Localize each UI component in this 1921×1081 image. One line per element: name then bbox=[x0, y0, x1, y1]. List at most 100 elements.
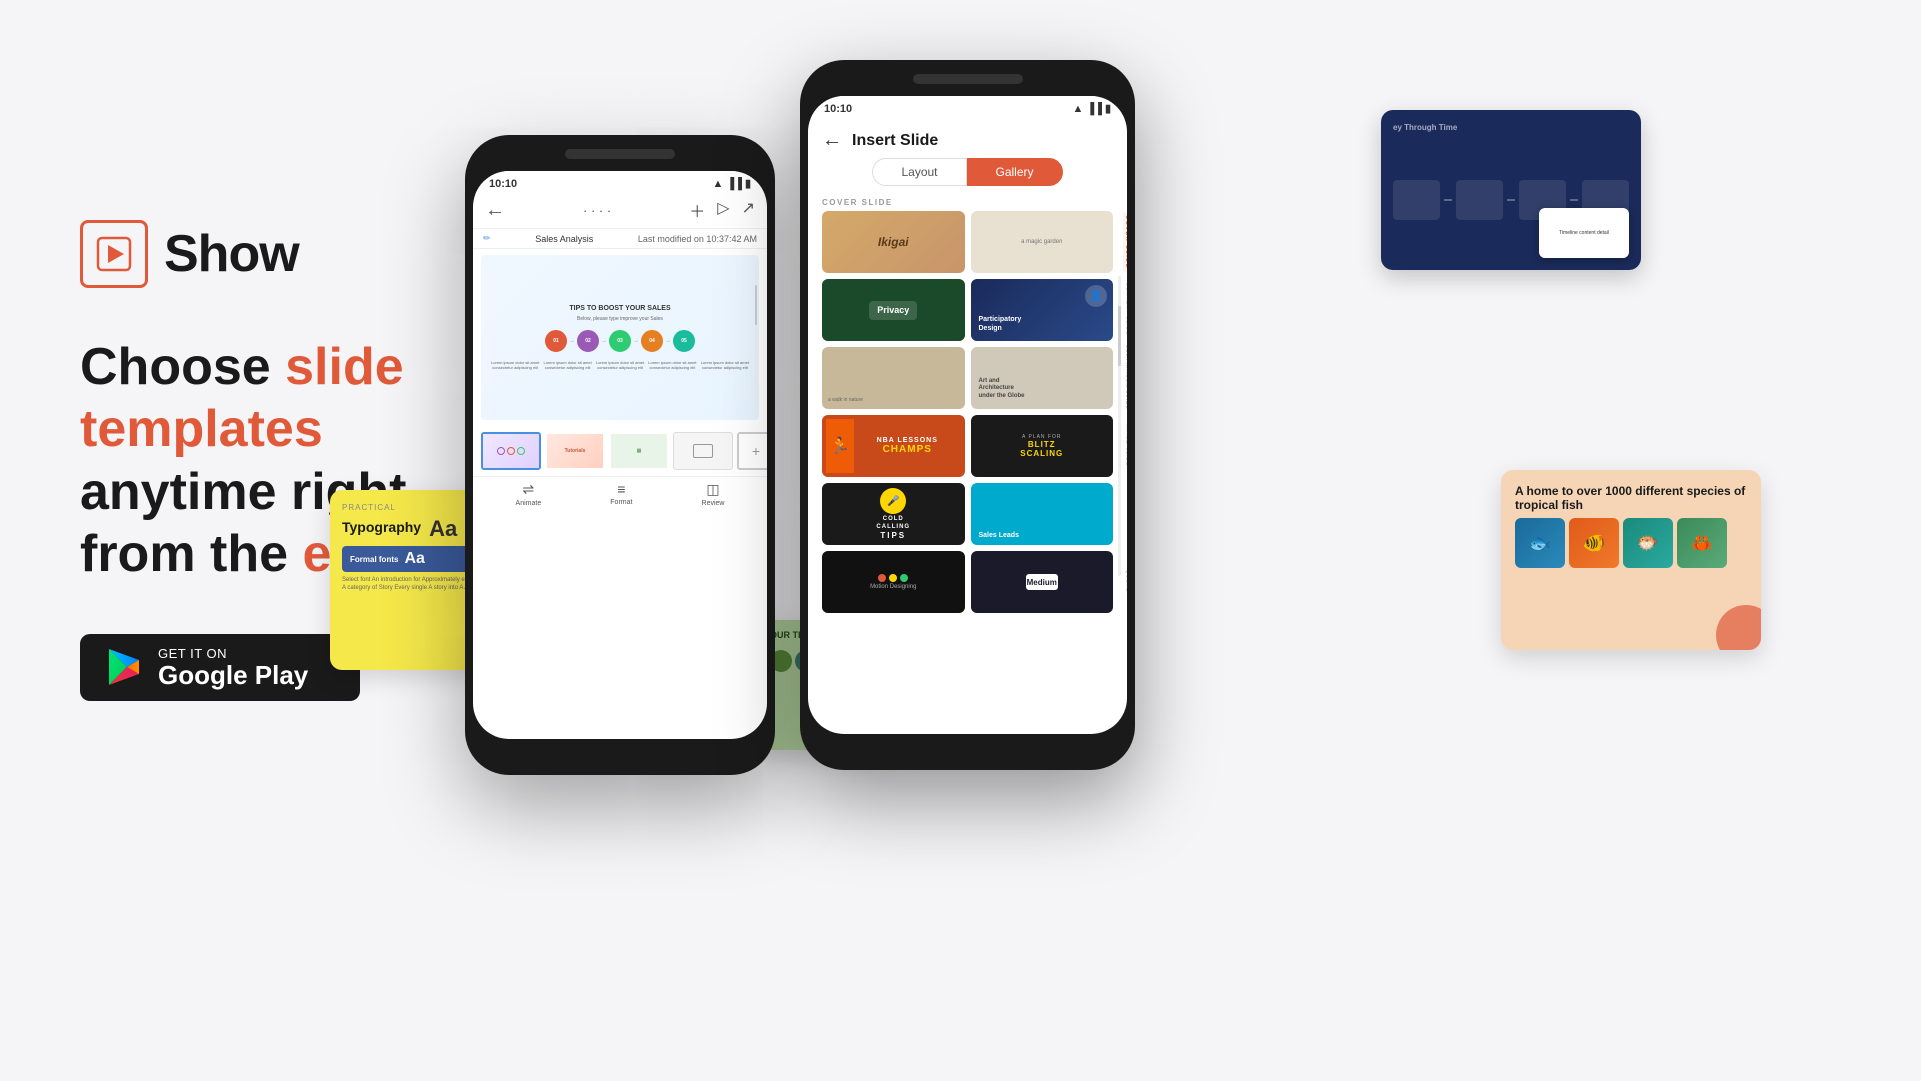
insert-slide-title: Insert Slide bbox=[852, 132, 938, 150]
cold-calling-text: COLDCALLING bbox=[876, 516, 910, 530]
phone-2-notch bbox=[913, 74, 1023, 84]
share-icon[interactable]: ↗ bbox=[742, 198, 755, 222]
fish-4-img: 🦀 bbox=[1677, 518, 1727, 568]
journey-label: ey Through Time bbox=[1393, 123, 1457, 132]
thumb-1-content bbox=[494, 444, 528, 458]
phone-1-thumbnail-strip: Tutorials ▦ + bbox=[473, 426, 767, 476]
th-circle-3 bbox=[517, 447, 525, 455]
flow-node-3: 03 bbox=[609, 330, 631, 352]
gallery-item-medium[interactable]: Medium bbox=[971, 551, 1114, 613]
image-slide-section-2: 🎤 COLDCALLING TIPS Sales Leads bbox=[808, 481, 1127, 545]
nav-animate[interactable]: ⇌ Animate bbox=[516, 481, 542, 507]
comparison-slide-grid: a walk in nature Art andArchitectureunde… bbox=[808, 345, 1127, 409]
privacy-text: Privacy bbox=[877, 305, 909, 315]
play-store-logo-svg bbox=[104, 647, 144, 687]
gallery-item-ikigai[interactable]: Ikigai bbox=[822, 211, 965, 273]
thumb-1[interactable] bbox=[481, 432, 541, 470]
gallery-item-arch-1[interactable]: a walk in nature bbox=[822, 347, 965, 409]
thumb-1-inner bbox=[483, 434, 539, 468]
play-icon[interactable]: ▷ bbox=[717, 198, 729, 222]
insert-slide-header: ← Insert Slide bbox=[808, 119, 1127, 158]
flow-node-4: 04 bbox=[641, 330, 663, 352]
edit-pencil-icon: ✏ bbox=[483, 233, 491, 244]
nba-champs-text: CHAMPS bbox=[877, 444, 938, 455]
slide-main-title: TIPS TO BOOST YOUR SALES bbox=[569, 305, 670, 312]
fish-orange-img: 🐠 bbox=[1569, 518, 1619, 568]
insert-back-button[interactable]: ← bbox=[822, 129, 842, 152]
gallery-item-privacy[interactable]: Privacy bbox=[822, 279, 965, 341]
badge-get-it-on: GET IT ON bbox=[158, 646, 308, 661]
phone-1-last-modified: Last modified on 10:37:42 AM bbox=[638, 234, 757, 244]
participatory-text: ParticipatoryDesign bbox=[979, 315, 1022, 333]
timeline-line-1 bbox=[1444, 199, 1452, 201]
thumb-3[interactable]: ▦ bbox=[609, 432, 669, 470]
google-play-badge[interactable]: GET IT ON Google Play bbox=[80, 634, 360, 702]
typo-aa-blue: Aa bbox=[404, 550, 424, 568]
typo-aa-display: Aa bbox=[429, 516, 457, 542]
flow-desc-2: Lorem ipsum dolor sit amet consectetur a… bbox=[543, 360, 591, 370]
thumb-blank[interactable] bbox=[673, 432, 733, 470]
gallery-item-magic-garden[interactable]: a magic garden bbox=[971, 211, 1114, 273]
ikigai-text: Ikigai bbox=[878, 235, 909, 249]
nba-inner: 🏃 NBA LESSONS CHAMPS bbox=[822, 415, 965, 477]
typo-title: Typography bbox=[342, 519, 421, 535]
flow-arrow-2: → bbox=[601, 338, 607, 344]
timeline-line-2 bbox=[1507, 199, 1515, 201]
formal-fonts-label: Formal fonts bbox=[350, 555, 398, 564]
insert-tab-bar: Layout Gallery bbox=[808, 158, 1127, 194]
flow-desc-1: Lorem ipsum dolor sit amet consectetur a… bbox=[491, 360, 539, 370]
gallery-scroll-track bbox=[1118, 276, 1121, 576]
wifi-icon: ▲ bbox=[712, 178, 723, 190]
nav-format[interactable]: ≡ Format bbox=[610, 481, 632, 507]
journey-float-card: ey Through Time Timeline content detail bbox=[1381, 110, 1641, 270]
nav-animate-label: Animate bbox=[516, 500, 542, 507]
fish-teal-img: 🐡 bbox=[1623, 518, 1673, 568]
phone-2-time: 10:10 bbox=[824, 103, 852, 115]
slide-scrollbar-thumb bbox=[755, 285, 757, 325]
timeline-line-3 bbox=[1570, 199, 1578, 201]
phone-2-screen: 10:10 ▲ ▐▐ ▮ ← Insert Slide Layout Galle… bbox=[808, 96, 1127, 734]
nav-review[interactable]: ◫ Review bbox=[702, 481, 725, 507]
nav-review-label: Review bbox=[702, 500, 725, 507]
gallery-item-cold-tips[interactable]: 🎤 COLDCALLING TIPS bbox=[822, 483, 965, 545]
gallery-item-participatory[interactable]: ParticipatoryDesign 👤 bbox=[971, 279, 1114, 341]
app-name: Show bbox=[164, 224, 299, 284]
mic-icon: 🎤 bbox=[887, 496, 899, 507]
flow-node-1: 01 bbox=[545, 330, 567, 352]
quote-grid: Motion Designing Medium QUOTE bbox=[808, 549, 1127, 613]
thumb-2[interactable]: Tutorials bbox=[545, 432, 605, 470]
tab-layout[interactable]: Layout bbox=[872, 158, 966, 186]
cover-side-label-wrapper: COVER SLIDE bbox=[1119, 211, 1127, 273]
flow-desc-3: Lorem ipsum dolor sit amet consectetur a… bbox=[596, 360, 644, 370]
add-icon[interactable]: ＋ bbox=[689, 198, 705, 222]
slide-inner: TIPS TO BOOST YOUR SALES Below, please t… bbox=[481, 255, 759, 420]
fish-card-title: A home to over 1000 different species of… bbox=[1515, 484, 1747, 512]
phone-1-screen: 10:10 ▲ ▐▐ ▮ ← · · · · ＋ ▷ ↗ ✏ Sales Ana… bbox=[473, 171, 767, 739]
battery-icon: ▮ bbox=[745, 177, 751, 190]
phone-1-back-icon[interactable]: ← bbox=[485, 199, 505, 222]
thumb-3-inner: ▦ bbox=[611, 434, 667, 468]
participatory-avatar: 👤 bbox=[1085, 285, 1107, 307]
image-slide-grid: 🏃 NBA LESSONS CHAMPS A PLAN FOR BLITZSCA… bbox=[808, 413, 1127, 477]
nav-format-label: Format bbox=[610, 499, 632, 506]
thumb-add-button[interactable]: + bbox=[737, 432, 767, 470]
gallery-item-art-arch[interactable]: Art andArchitectureunder the Globe bbox=[971, 347, 1114, 409]
journey-white-card-text: Timeline content detail bbox=[1555, 226, 1613, 240]
tab-gallery[interactable]: Gallery bbox=[967, 158, 1063, 186]
phone2-battery-icon: ▮ bbox=[1105, 102, 1111, 115]
quote-side-label: QUOTE bbox=[1124, 570, 1127, 593]
format-icon: ≡ bbox=[617, 481, 625, 497]
gallery-item-motion[interactable]: Motion Designing bbox=[822, 551, 965, 613]
th-circle-2 bbox=[507, 447, 515, 455]
play-logo-svg bbox=[96, 236, 132, 272]
phone-mockup-2: 10:10 ▲ ▐▐ ▮ ← Insert Slide Layout Galle… bbox=[800, 60, 1135, 770]
cover-side-label: COVER SLIDE bbox=[1123, 212, 1127, 272]
flow-arrow-1: → bbox=[569, 338, 575, 344]
phone-1-action-icons: ＋ ▷ ↗ bbox=[689, 198, 755, 222]
gallery-item-nba[interactable]: 🏃 NBA LESSONS CHAMPS bbox=[822, 415, 965, 477]
thumb-2-inner: Tutorials bbox=[547, 434, 603, 468]
gallery-item-sales-leads[interactable]: Sales Leads bbox=[971, 483, 1114, 545]
phone-1-slide-name: Sales Analysis bbox=[535, 234, 593, 244]
image-slide-grid-2: 🎤 COLDCALLING TIPS Sales Leads bbox=[808, 481, 1127, 545]
gallery-item-blitz[interactable]: A PLAN FOR BLITZSCALING bbox=[971, 415, 1114, 477]
